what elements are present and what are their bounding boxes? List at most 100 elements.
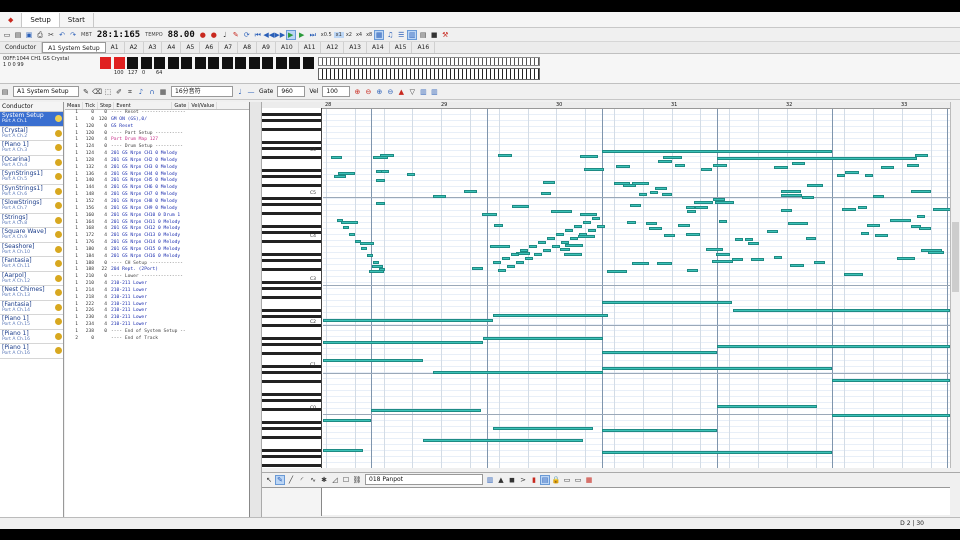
box-icon[interactable]: ☐ [341, 475, 351, 485]
track-tab-a6[interactable]: A6 [200, 42, 220, 53]
track-mute-icon[interactable] [55, 245, 62, 253]
midi-note[interactable] [623, 184, 636, 187]
midi-note[interactable] [433, 371, 603, 374]
midi-note[interactable] [349, 233, 355, 236]
zoom-x4[interactable]: x4 [354, 32, 364, 38]
line-curve-icon[interactable]: ╱ [286, 475, 296, 485]
event-row[interactable]: 2 0 ---- End of Track [65, 336, 249, 343]
track-item[interactable]: [Square Wave] Port A Ch.9 [0, 228, 63, 243]
track-tab-a13[interactable]: A13 [344, 42, 367, 53]
event-row[interactable]: 1 0 120 GM ON (GS),0/ [65, 117, 249, 124]
mini-keyboard[interactable] [318, 68, 540, 80]
event-row[interactable]: 1 120 0 GS Reset [65, 124, 249, 131]
midi-note[interactable] [890, 219, 911, 222]
midi-note[interactable] [781, 194, 802, 197]
rewind-start-icon[interactable]: ⏮ [253, 30, 263, 40]
track-mute-icon[interactable] [55, 129, 62, 137]
image2-icon[interactable]: ▭ [573, 475, 583, 485]
midi-note[interactable] [881, 166, 894, 169]
midi-note[interactable] [380, 154, 394, 157]
midi-note[interactable] [675, 164, 685, 167]
view-piano-roll-icon[interactable]: ▦ [374, 29, 385, 40]
controller-pane[interactable] [262, 487, 950, 516]
midi-note[interactable] [343, 226, 349, 229]
track-mute-icon[interactable] [55, 347, 62, 354]
track-tab-conductor[interactable]: Conductor [0, 42, 43, 53]
midi-note[interactable] [639, 193, 647, 196]
col-meas[interactable]: Meas [65, 102, 84, 109]
brush-icon[interactable]: ✐ [114, 87, 124, 97]
midi-note[interactable] [493, 261, 501, 264]
midi-note[interactable] [541, 192, 551, 195]
midi-note[interactable] [597, 225, 605, 228]
midi-note[interactable] [865, 174, 873, 177]
record-icon[interactable]: ● [198, 30, 208, 40]
col-vel[interactable]: Vel/Value [189, 102, 218, 109]
midi-note[interactable] [373, 261, 379, 264]
midi-note[interactable] [686, 206, 695, 209]
midi-note[interactable] [433, 195, 446, 198]
midi-note[interactable] [873, 195, 884, 198]
midi-note[interactable] [627, 221, 636, 224]
midi-note[interactable] [602, 367, 832, 370]
line-tool-icon[interactable]: — [246, 87, 256, 97]
marker-icon[interactable]: ▮ [529, 475, 539, 485]
midi-note[interactable] [507, 265, 515, 268]
midi-note[interactable] [511, 253, 519, 256]
midi-note[interactable] [543, 181, 555, 184]
midi-note[interactable] [551, 210, 572, 213]
loop-icon[interactable]: ⟳ [242, 30, 252, 40]
midi-note[interactable] [792, 162, 805, 165]
midi-note[interactable] [602, 301, 732, 304]
midi-note[interactable] [630, 204, 641, 207]
redo-icon[interactable]: ↷ [68, 30, 78, 40]
event-row[interactable]: 1 152 4 201 GS Nrpn CH8 0 Melody [65, 199, 249, 206]
midi-note[interactable] [556, 233, 564, 236]
tool-icon[interactable]: ✎ [231, 30, 241, 40]
metronome-icon[interactable]: ♩ [220, 30, 230, 40]
midi-note[interactable] [687, 210, 696, 213]
track-tab-a1[interactable]: A1 [106, 42, 125, 53]
midi-note[interactable] [687, 269, 698, 272]
midi-note[interactable] [646, 222, 657, 225]
vertical-scroll-thumb[interactable] [952, 222, 959, 292]
midi-note[interactable] [719, 220, 727, 223]
event-row[interactable]: 1 184 4 201 GS Nrpn CH16 0 Melody [65, 254, 249, 261]
midi-note[interactable] [745, 238, 753, 241]
track-tab-a2[interactable]: A2 [125, 42, 144, 53]
grid-icon[interactable]: ▦ [158, 87, 168, 97]
lock-icon[interactable]: 🔒 [551, 475, 561, 485]
midi-note[interactable] [502, 257, 510, 260]
arc-curve-icon[interactable]: ◜ [297, 475, 307, 485]
event-row[interactable]: 1 238 0 ---- End of System Setup -- [65, 329, 249, 336]
image-icon[interactable]: ▭ [562, 475, 572, 485]
midi-note[interactable] [538, 241, 546, 244]
zoom-x05[interactable]: x0.5 [319, 32, 334, 38]
midi-note[interactable] [717, 405, 817, 408]
midi-note[interactable] [580, 155, 598, 158]
track-item[interactable]: [Nest Chimes] Port A Ch.13 [0, 286, 63, 301]
view-track-icon[interactable]: ▤ [418, 30, 428, 40]
track-mute-icon[interactable] [55, 260, 62, 267]
select-icon[interactable]: ⬚ [103, 87, 113, 97]
midi-note[interactable] [814, 261, 825, 264]
midi-note[interactable] [663, 156, 682, 159]
midi-note[interactable] [472, 267, 483, 270]
midi-note[interactable] [592, 217, 600, 220]
midi-note[interactable] [837, 174, 845, 177]
midi-note[interactable] [716, 253, 730, 256]
event-row[interactable]: 1 176 4 201 GS Nrpn CH14 0 Melody [65, 240, 249, 247]
track-tab-a9[interactable]: A9 [257, 42, 276, 53]
star-icon[interactable]: ✱ [319, 475, 329, 485]
track-item[interactable]: [Piano 1] Port A Ch.15 [0, 315, 63, 330]
track-tab-a16[interactable]: A16 [412, 42, 436, 53]
splitter[interactable] [250, 102, 262, 529]
event-row[interactable]: 1 160 4 201 GS Nrpn CH10 0 Drum 1 [65, 213, 249, 220]
midi-note[interactable] [574, 225, 582, 228]
play-icon[interactable]: ▶ [285, 29, 296, 40]
midi-note[interactable] [602, 429, 717, 432]
midi-note[interactable] [565, 229, 573, 232]
play-from-icon[interactable]: ▶ [297, 30, 307, 40]
midi-note[interactable] [361, 247, 367, 250]
midi-note[interactable] [774, 166, 788, 169]
